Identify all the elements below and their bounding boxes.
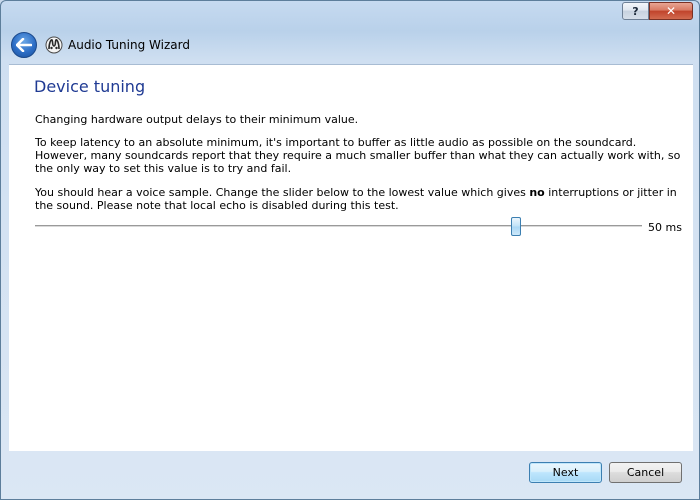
wizard-footer: Next Cancel xyxy=(1,451,699,499)
instruction-text: You should hear a voice sample. Change t… xyxy=(35,186,685,212)
back-arrow-icon xyxy=(16,38,32,52)
window-title: Audio Tuning Wizard xyxy=(68,38,190,52)
slider-value-label: 50 ms xyxy=(648,221,682,234)
back-button[interactable] xyxy=(11,32,37,58)
help-button[interactable]: ? xyxy=(622,2,649,20)
slider-track[interactable] xyxy=(35,225,642,228)
slider-thumb[interactable] xyxy=(511,217,522,236)
caption-buttons: ? ✕ xyxy=(622,2,693,20)
cancel-button[interactable]: Cancel xyxy=(609,462,682,483)
latency-slider[interactable] xyxy=(35,217,642,237)
mumble-icon xyxy=(45,36,63,54)
wizard-page: Device tuning Changing hardware output d… xyxy=(9,64,693,451)
page-title: Device tuning xyxy=(34,77,146,96)
intro-text: Changing hardware output delays to their… xyxy=(35,113,359,126)
explanation-text: To keep latency to an absolute minimum, … xyxy=(35,136,681,175)
instruction-text-start: You should hear a voice sample. Change t… xyxy=(35,186,530,199)
close-button[interactable]: ✕ xyxy=(649,2,693,20)
next-button[interactable]: Next xyxy=(529,462,602,483)
wizard-window: ? ✕ Audio Tuning Wizard Device tuning Ch… xyxy=(0,0,700,500)
instruction-text-emphasis: no xyxy=(529,186,545,199)
wizard-header: Audio Tuning Wizard xyxy=(1,29,699,63)
